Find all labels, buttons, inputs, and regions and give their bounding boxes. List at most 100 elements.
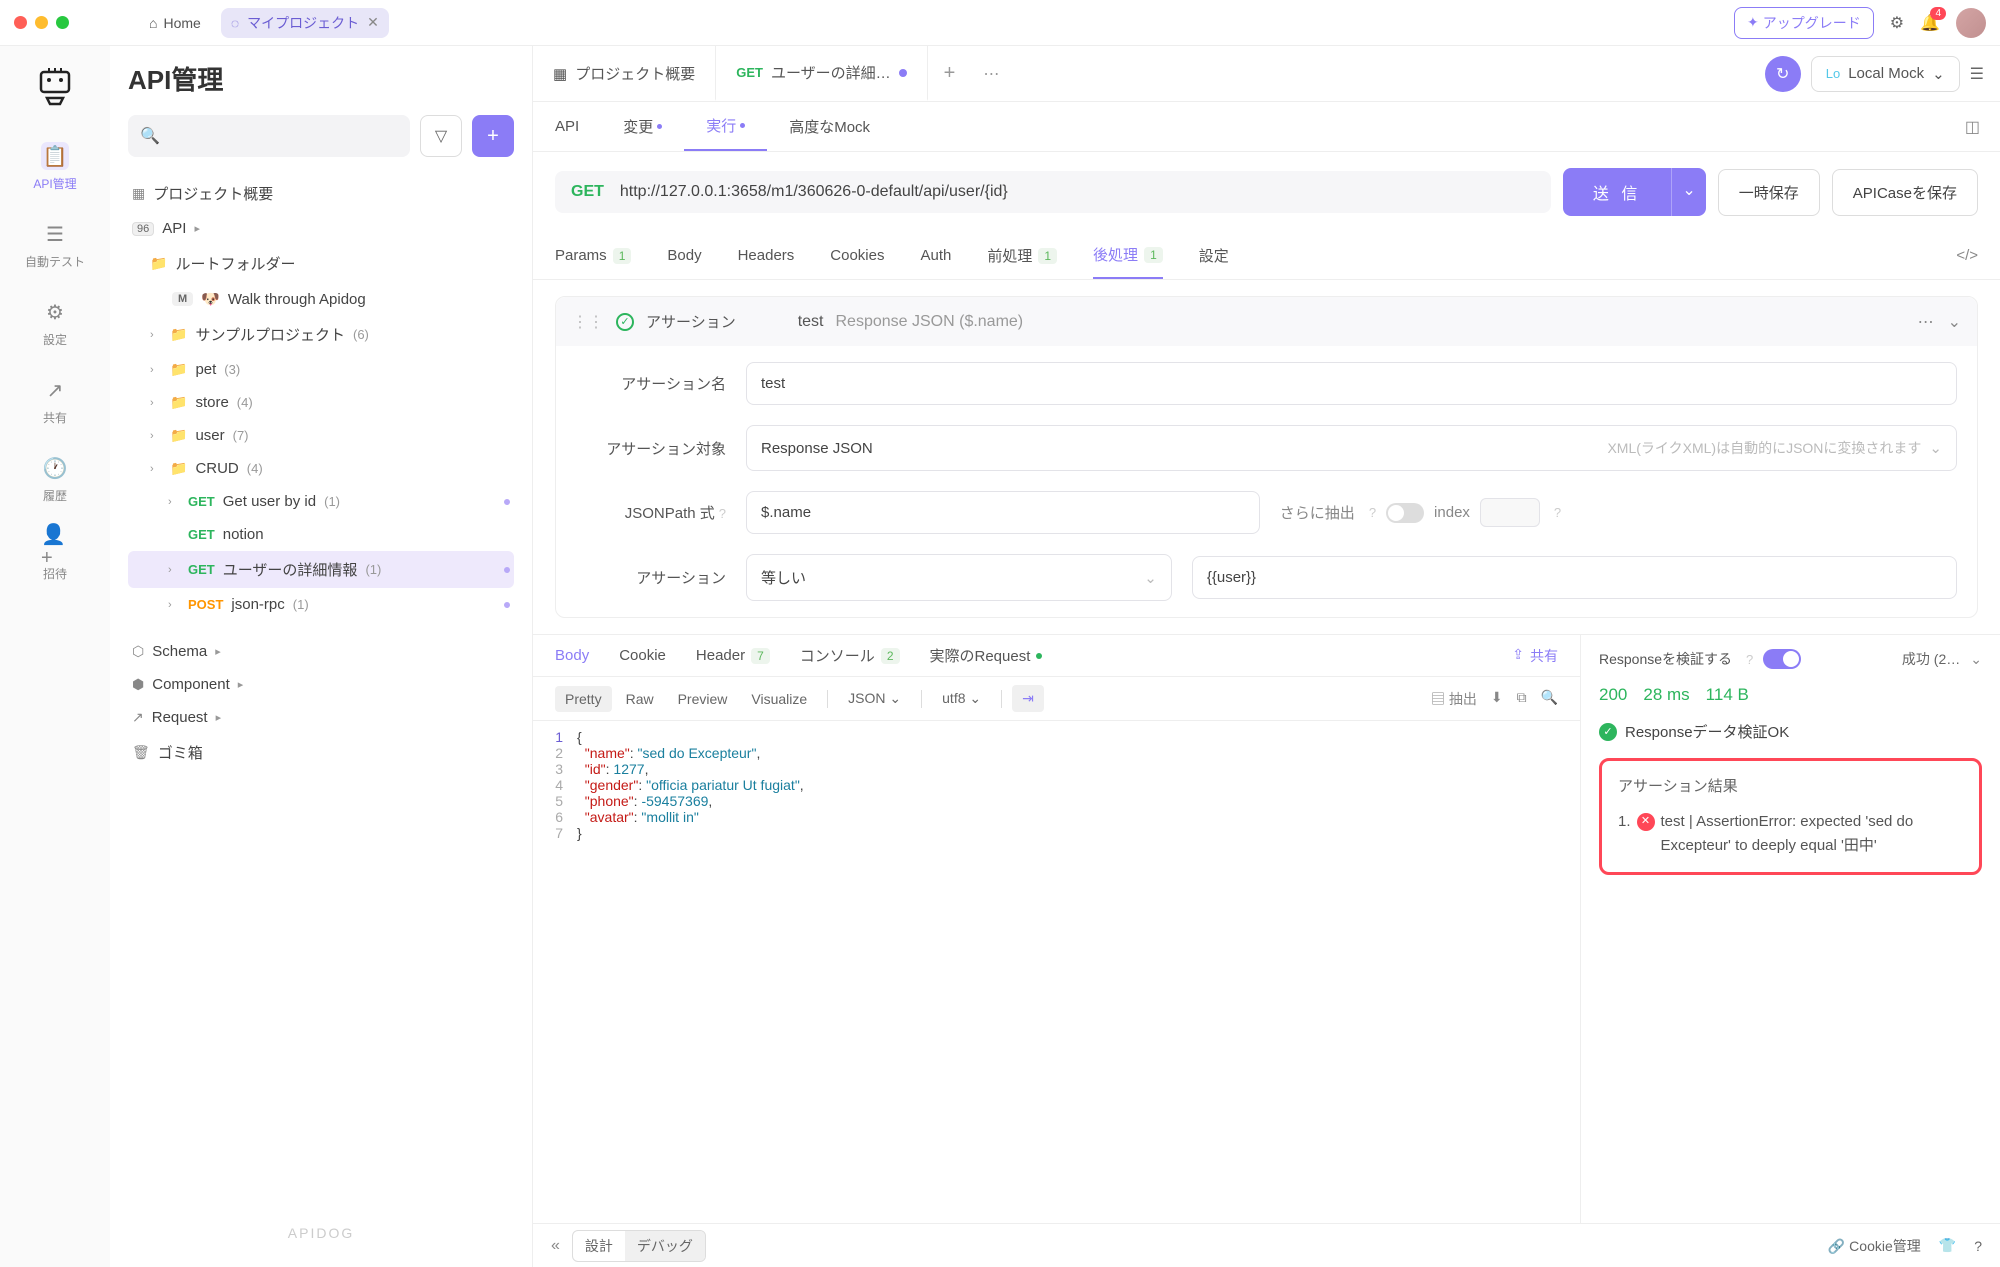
reqtab-post[interactable]: 後処理1 bbox=[1093, 232, 1163, 279]
search-input[interactable]: 🔍 bbox=[128, 115, 410, 157]
apicase-button[interactable]: APICaseを保存 bbox=[1832, 169, 1978, 216]
help-icon[interactable]: ? bbox=[719, 506, 726, 521]
tab-active-endpoint[interactable]: GET ユーザーの詳細… bbox=[715, 46, 927, 101]
add-button[interactable]: + bbox=[472, 115, 514, 157]
resptab-console[interactable]: コンソール2 bbox=[800, 645, 900, 666]
tb-visualize[interactable]: Visualize bbox=[741, 686, 817, 712]
assertion-name-input[interactable]: test bbox=[746, 362, 1957, 405]
nav-share[interactable]: ↗ 共有 bbox=[41, 376, 69, 426]
subtab-run[interactable]: 実行 bbox=[684, 102, 767, 151]
response-body-code[interactable]: 1{ 2 "name": "sed do Excepteur", 3 "id":… bbox=[533, 721, 1580, 849]
chevron-down-icon[interactable]: ⌄ bbox=[1970, 651, 1982, 668]
panel-menu-icon[interactable]: ☰ bbox=[1970, 64, 1984, 84]
tb-encoding[interactable]: utf8 ⌄ bbox=[932, 685, 991, 712]
minimize-window[interactable] bbox=[35, 16, 48, 29]
tb-json[interactable]: JSON ⌄ bbox=[838, 685, 911, 712]
send-dropdown[interactable]: ⌄ bbox=[1671, 168, 1705, 216]
more-tabs-button[interactable]: ⋯ bbox=[971, 64, 1011, 84]
reqtab-cookies[interactable]: Cookies bbox=[830, 232, 884, 279]
more-actions-icon[interactable]: ⋯ bbox=[1918, 312, 1934, 332]
environment-selector[interactable]: Lo Local Mock ⌄ bbox=[1811, 56, 1960, 92]
extract-button[interactable]: ▤ 抽出 bbox=[1431, 689, 1477, 709]
tree-folder-store[interactable]: › 📁 store (4) bbox=[128, 386, 514, 419]
tree-folder-crud[interactable]: › 📁 CRUD (4) bbox=[128, 452, 514, 485]
close-window[interactable] bbox=[14, 16, 27, 29]
response-share[interactable]: ⇪ 共有 bbox=[1512, 646, 1558, 666]
assertion-header[interactable]: ⋮⋮ ✓ アサーション test Response JSON ($.name) … bbox=[556, 297, 1977, 346]
validate-toggle[interactable] bbox=[1763, 649, 1801, 669]
project-tab[interactable]: ◌ マイプロジェクト ✕ bbox=[221, 8, 389, 38]
resptab-header[interactable]: Header7 bbox=[696, 647, 770, 664]
nav-auto-test[interactable]: ☰ 自動テスト bbox=[25, 220, 85, 270]
index-input[interactable] bbox=[1480, 498, 1540, 527]
tree-folder-sample[interactable]: › 📁 サンプルプロジェクト (6) bbox=[128, 316, 514, 353]
tshirt-icon[interactable]: 👕 bbox=[1939, 1237, 1956, 1254]
drag-handle-icon[interactable]: ⋮⋮ bbox=[572, 312, 604, 332]
tree-endpoint-userdetail[interactable]: › GET ユーザーの詳細情報 (1) bbox=[128, 551, 514, 588]
maximize-window[interactable] bbox=[56, 16, 69, 29]
tree-endpoint-notion[interactable]: GET notion bbox=[128, 518, 514, 551]
send-button[interactable]: 送 信 bbox=[1563, 168, 1671, 216]
assertion-target-select[interactable]: Response JSON XML(ライクXML)は自動的にJSONに変換されま… bbox=[746, 425, 1957, 471]
help-icon[interactable]: ? bbox=[1746, 652, 1753, 667]
tb-wrap[interactable]: ⇥ bbox=[1012, 685, 1044, 712]
reqtab-params[interactable]: Params1 bbox=[555, 232, 631, 279]
tree-root-folder[interactable]: 📁 ルートフォルダー bbox=[128, 245, 514, 282]
assertion-value-input[interactable]: {{user}} bbox=[1192, 556, 1957, 599]
panel-toggle-icon[interactable]: ◫ bbox=[1945, 117, 2000, 137]
reqtab-body[interactable]: Body bbox=[667, 232, 701, 279]
tree-api-root[interactable]: 96 API ▸ bbox=[128, 212, 514, 245]
help-icon[interactable]: ? bbox=[1974, 1238, 1982, 1254]
settings-icon[interactable]: ⚙ bbox=[1890, 13, 1904, 33]
url-input[interactable]: GET http://127.0.0.1:3658/m1/360626-0-de… bbox=[555, 171, 1551, 213]
filter-button[interactable]: ▽ bbox=[420, 115, 462, 157]
tree-endpoint-jsonrpc[interactable]: › POST json-rpc (1) bbox=[128, 588, 514, 621]
tree-folder-user[interactable]: › 📁 user (7) bbox=[128, 419, 514, 452]
cookie-mgmt[interactable]: 🔗 Cookie管理 bbox=[1828, 1236, 1921, 1256]
refresh-button[interactable]: ↻ bbox=[1765, 56, 1801, 92]
resptab-actual[interactable]: 実際のRequest bbox=[930, 645, 1043, 666]
resptab-body[interactable]: Body bbox=[555, 647, 589, 664]
home-button[interactable]: ⌂ Home bbox=[139, 11, 211, 35]
tree-schema[interactable]: ⬡ Schema ▸ bbox=[128, 635, 514, 668]
assertion-op-select[interactable]: 等しい ⌄ bbox=[746, 554, 1172, 601]
copy-icon[interactable]: ⧉ bbox=[1517, 689, 1527, 709]
tree-folder-pet[interactable]: › 📁 pet (3) bbox=[128, 353, 514, 386]
subtab-modify[interactable]: 変更 bbox=[601, 102, 684, 151]
close-tab-icon[interactable]: ✕ bbox=[367, 14, 379, 31]
tree-endpoint-getuser[interactable]: › GET Get user by id (1) bbox=[128, 485, 514, 518]
add-tab-button[interactable]: + bbox=[928, 62, 972, 85]
nav-history[interactable]: 🕐 履歴 bbox=[41, 454, 69, 504]
tb-pretty[interactable]: Pretty bbox=[555, 686, 612, 712]
tree-project-overview[interactable]: ▦ プロジェクト概要 bbox=[128, 175, 514, 212]
search-icon[interactable]: 🔍 bbox=[1541, 689, 1558, 709]
mode-design[interactable]: 設計 bbox=[573, 1231, 625, 1261]
help-icon[interactable]: ? bbox=[1554, 505, 1561, 520]
code-snippet-icon[interactable]: </> bbox=[1956, 247, 1978, 264]
reqtab-auth[interactable]: Auth bbox=[920, 232, 951, 279]
mode-debug[interactable]: デバッグ bbox=[625, 1231, 705, 1261]
subtab-mock[interactable]: 高度なMock bbox=[767, 102, 892, 151]
tb-preview[interactable]: Preview bbox=[668, 686, 738, 712]
resptab-cookie[interactable]: Cookie bbox=[619, 647, 666, 664]
nav-invite[interactable]: 👤+ 招待 bbox=[41, 532, 69, 582]
reqtab-headers[interactable]: Headers bbox=[738, 232, 795, 279]
tab-overview[interactable]: ▦ プロジェクト概要 bbox=[533, 46, 715, 101]
upgrade-button[interactable]: ✦ アップグレード bbox=[1734, 7, 1874, 39]
jsonpath-input[interactable]: $.name bbox=[746, 491, 1260, 534]
tree-request[interactable]: ↗ Request ▸ bbox=[128, 701, 514, 734]
notifications-icon[interactable]: 🔔 4 bbox=[1920, 13, 1940, 33]
nav-settings[interactable]: ⚙ 設定 bbox=[41, 298, 69, 348]
collapse-icon[interactable]: ⌄ bbox=[1948, 312, 1961, 332]
nav-api-management[interactable]: 📋 API管理 bbox=[33, 142, 76, 192]
extract-toggle[interactable] bbox=[1386, 503, 1424, 523]
reqtab-pre[interactable]: 前処理1 bbox=[987, 232, 1057, 279]
tree-component[interactable]: ⬢ Component ▸ bbox=[128, 668, 514, 701]
tmpsave-button[interactable]: 一時保存 bbox=[1718, 169, 1820, 216]
reqtab-settings[interactable]: 設定 bbox=[1199, 232, 1229, 279]
tb-raw[interactable]: Raw bbox=[616, 686, 664, 712]
tree-walkthrough[interactable]: M 🐶 Walk through Apidog bbox=[128, 282, 514, 316]
download-icon[interactable]: ⬇ bbox=[1491, 689, 1503, 709]
tree-trash[interactable]: 🗑 ゴミ箱 bbox=[128, 734, 514, 771]
help-icon[interactable]: ? bbox=[1369, 505, 1376, 520]
